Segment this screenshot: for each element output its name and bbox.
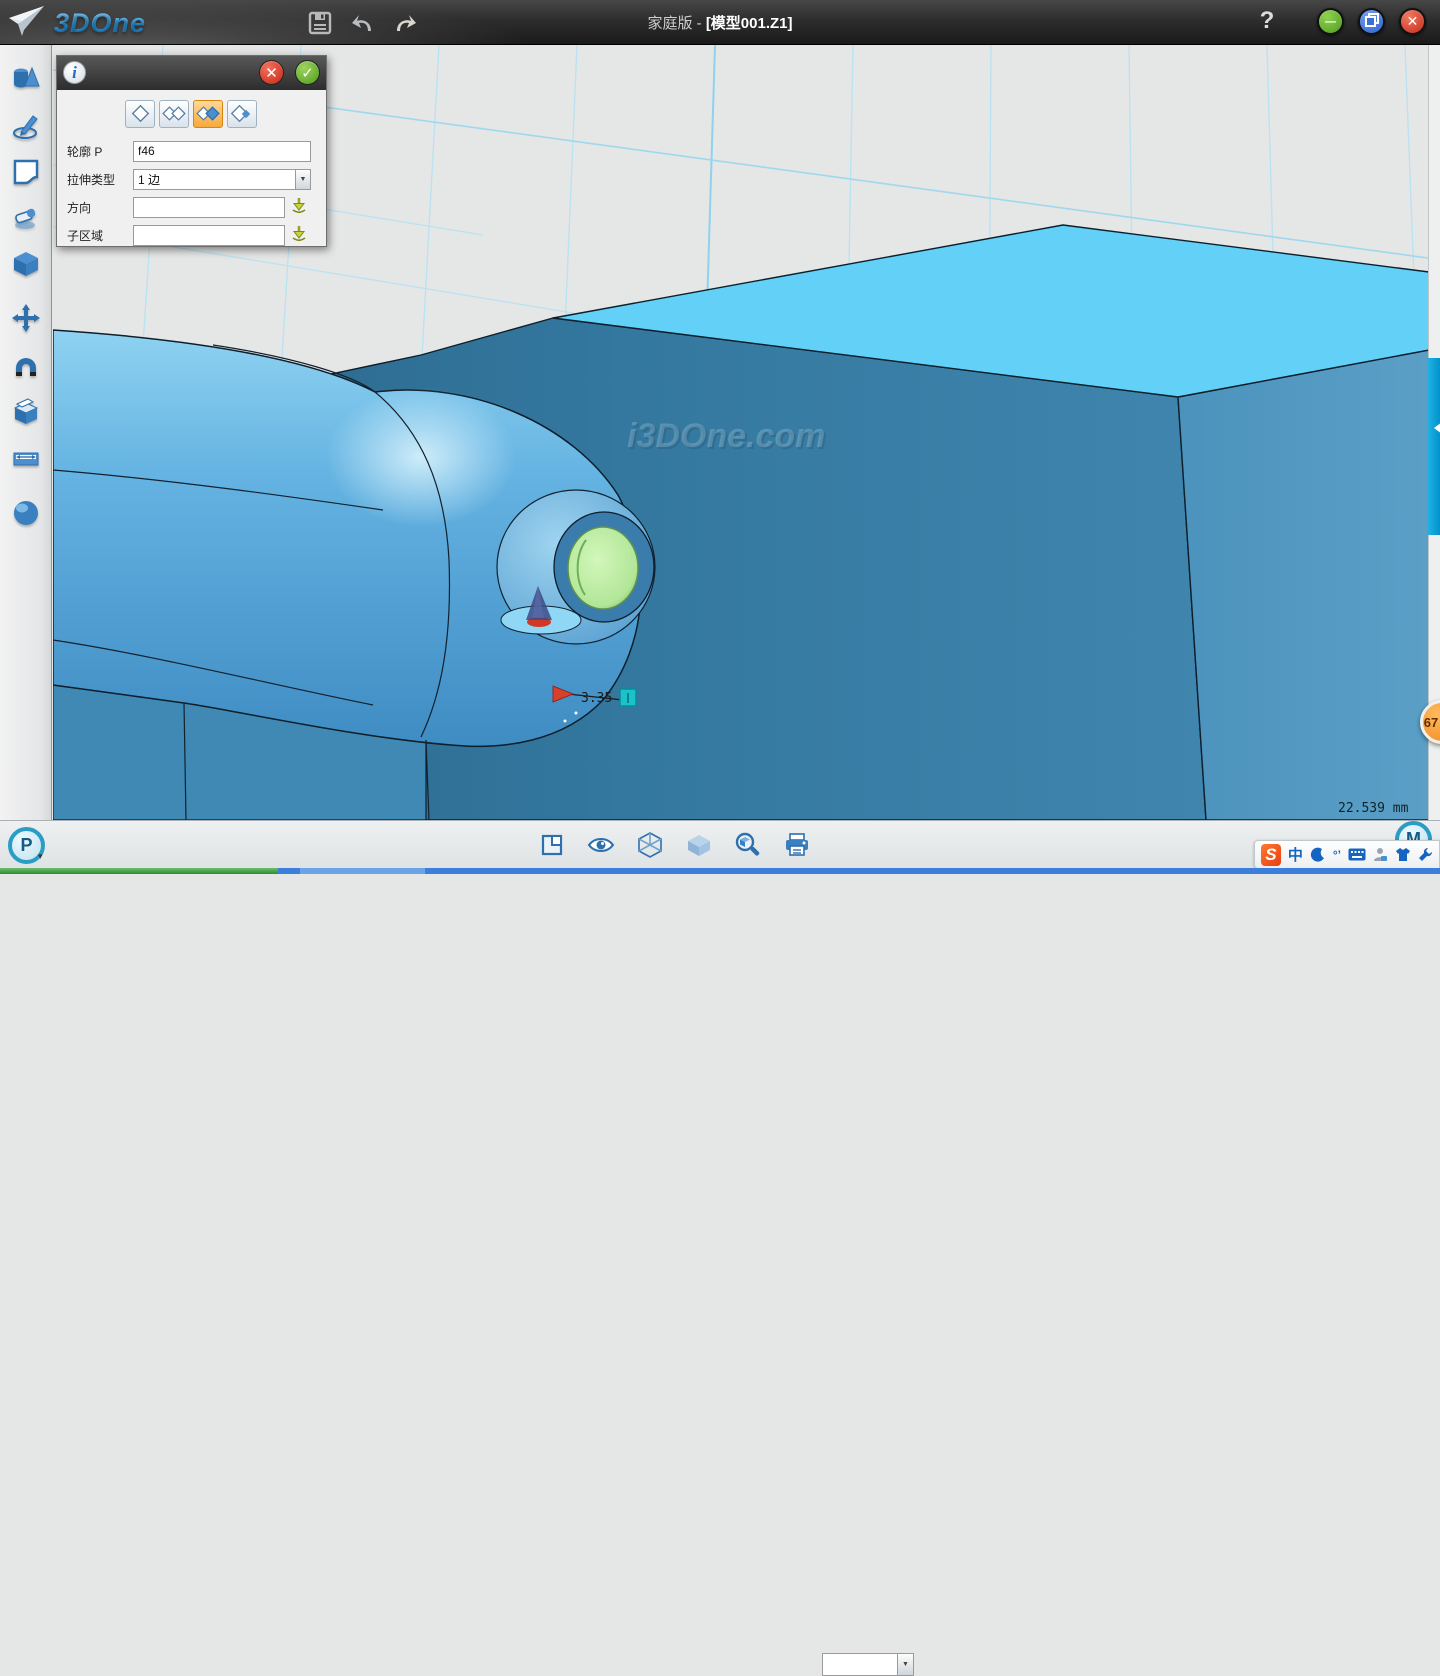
sidebar-item-snap[interactable] (10, 349, 42, 381)
profile-label: 轮廓 P (67, 143, 133, 160)
eraser-icon (11, 203, 41, 233)
view-preset-dropdown[interactable]: ▼ (822, 1653, 914, 1676)
plane-view-button[interactable] (538, 831, 566, 859)
titlebar: 3DOne 家庭版 - [模型001.Z1] ? — ✕ (0, 0, 1440, 45)
sidebar-item-sketch-edit[interactable] (10, 202, 42, 234)
intersect-diamond-icon (230, 104, 254, 124)
ruler-icon (11, 443, 41, 473)
sidebar-item-feature[interactable] (10, 248, 42, 280)
sidebar-item-primitive-solids[interactable] (10, 63, 42, 95)
help-button[interactable]: ? (1252, 6, 1282, 36)
magnet-icon (11, 350, 41, 380)
restore-icon (1365, 13, 1379, 30)
minus-icon: — (1325, 16, 1336, 28)
ime-toolbar: S 中 °’ (1254, 840, 1440, 869)
visibility-button[interactable] (587, 831, 615, 859)
start-button-strip[interactable] (0, 868, 278, 874)
wireframe-display-button[interactable] (636, 831, 664, 859)
window-title: 家庭版 - [模型001.Z1] (0, 12, 1440, 33)
minimize-button[interactable]: — (1317, 8, 1344, 35)
direction-input[interactable] (133, 197, 285, 218)
mode-extrude-intersect[interactable] (227, 100, 257, 128)
check-icon: ✓ (301, 64, 314, 82)
pick-arrow-icon[interactable] (291, 225, 307, 246)
subregion-label: 子区域 (67, 227, 133, 244)
p-menu-caret[interactable]: ▾ (38, 851, 43, 862)
moon-icon[interactable] (1310, 847, 1326, 863)
pick-arrow-icon[interactable] (291, 197, 307, 218)
zoom-button[interactable] (734, 831, 762, 859)
eye-icon (587, 835, 615, 855)
print-button[interactable] (783, 831, 811, 859)
profile-input[interactable] (133, 141, 311, 162)
scale-readout: 22.539 mm (1338, 801, 1408, 816)
direction-label: 方向 (67, 199, 133, 216)
dialog-cancel-button[interactable]: ✕ (259, 60, 284, 85)
shaded-display-button[interactable] (685, 831, 713, 859)
skin-shirt-icon[interactable] (1395, 847, 1411, 862)
watermark: i3DOne.com i3DOne.com (627, 417, 827, 457)
user-icon[interactable] (1373, 847, 1388, 862)
plane-view-icon (540, 833, 564, 857)
dimension-value: 3.35 (581, 691, 612, 706)
chevron-left-icon (1428, 422, 1440, 434)
info-icon[interactable]: i (63, 61, 86, 84)
surface-icon (11, 157, 41, 187)
magnifier-icon (735, 832, 761, 858)
diamond-icon (129, 104, 151, 124)
svg-text:i3DOne.com: i3DOne.com (627, 417, 825, 455)
maximize-button[interactable] (1358, 8, 1385, 35)
close-button[interactable]: ✕ (1399, 8, 1426, 35)
sidebar (0, 45, 52, 820)
cube-icon (11, 249, 41, 279)
subregion-input[interactable] (133, 225, 285, 246)
mode-extrude-add[interactable] (159, 100, 189, 128)
extrude-mode-buttons (125, 100, 257, 128)
sidebar-item-measure[interactable] (10, 442, 42, 474)
keyboard-icon[interactable] (1348, 848, 1366, 861)
close-icon: ✕ (265, 64, 278, 82)
dialog-ok-button[interactable]: ✓ (295, 60, 320, 85)
sidebar-item-move[interactable] (10, 302, 42, 334)
wrench-icon[interactable] (1418, 847, 1433, 862)
sidebar-item-special-modify[interactable] (10, 395, 42, 427)
cut-diamond-icon (196, 104, 220, 124)
sidebar-item-sketch[interactable] (10, 109, 42, 141)
mode-extrude-base[interactable] (125, 100, 155, 128)
mode-extrude-cut[interactable] (193, 100, 223, 128)
close-icon: ✕ (1407, 13, 1419, 30)
wireframe-cube-icon (638, 832, 662, 858)
extrude-type-dropdown[interactable]: 1 边 ▼ (133, 169, 311, 190)
view-toolbar: ▼ (0, 820, 1440, 868)
punctuation-toggle[interactable]: °’ (1333, 848, 1341, 862)
open-box-icon (11, 396, 41, 426)
taskbar-app-strip[interactable] (300, 868, 425, 874)
primitive-solids-icon (11, 64, 41, 94)
chevron-down-icon[interactable]: ▼ (295, 170, 310, 189)
sketch-icon (11, 110, 41, 140)
panel-flyout-tab[interactable] (1427, 358, 1440, 535)
shaded-cube-icon (686, 833, 712, 857)
printer-icon (784, 833, 810, 857)
sphere-icon (11, 498, 41, 528)
move-arrows-icon (11, 303, 41, 333)
ime-language-toggle[interactable]: 中 (1288, 844, 1303, 865)
ime-logo-icon[interactable]: S (1261, 844, 1281, 866)
extrude-type-label: 拉伸类型 (67, 171, 133, 188)
dialog-header: i ✕ ✓ (57, 56, 326, 90)
slab-front-right-face (1178, 350, 1428, 820)
extrude-dialog: i ✕ ✓ 轮廓 P 拉伸类型 1 边 ▼ 方向 (56, 55, 327, 247)
double-diamond-icon (162, 104, 186, 124)
chevron-down-icon[interactable]: ▼ (897, 1654, 913, 1675)
sidebar-item-render[interactable] (10, 497, 42, 529)
sidebar-item-surface[interactable] (10, 156, 42, 188)
